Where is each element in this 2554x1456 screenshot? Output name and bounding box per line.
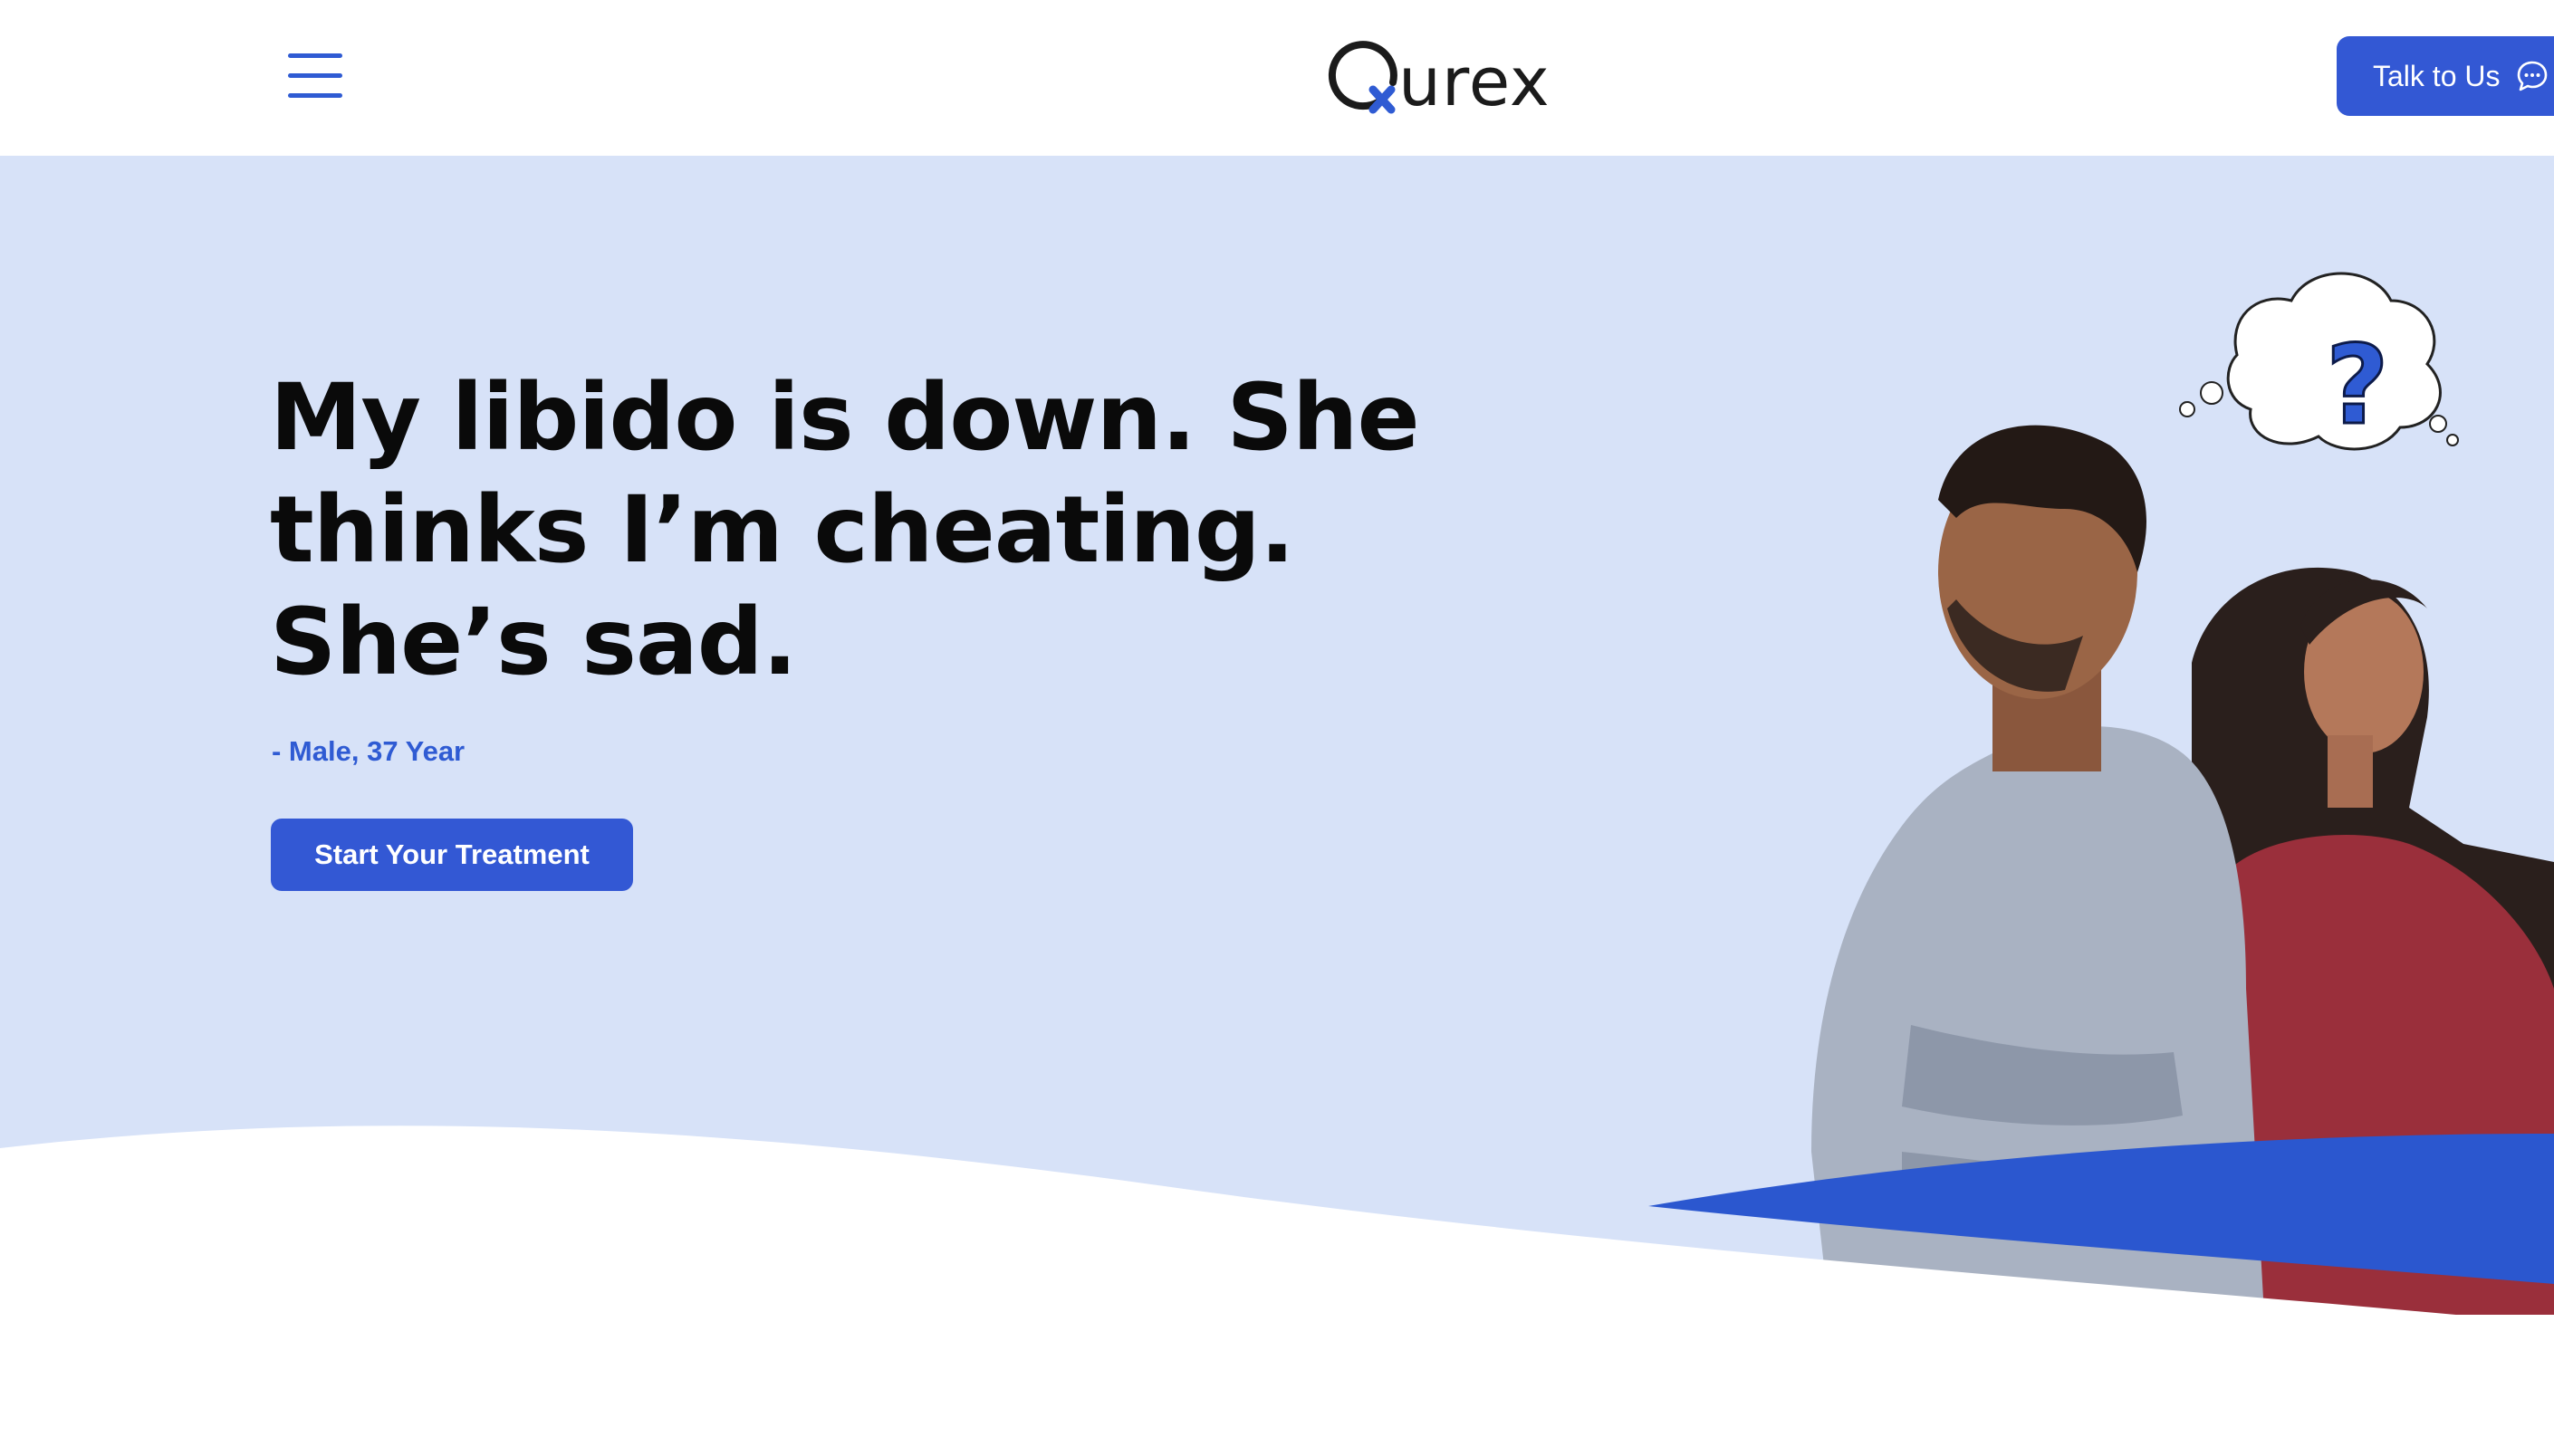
talk-to-us-label: Talk to Us	[2373, 59, 2501, 92]
hero-headline: My libido is down. She thinks I’m cheati…	[270, 362, 1447, 699]
start-treatment-button[interactable]: Start Your Treatment	[271, 819, 633, 891]
logo-wordmark: urex	[1398, 43, 1551, 121]
testimonial-attribution: - Male, 37 Year	[272, 735, 466, 767]
hero-section: ? My libido is down. She thinks I’m chea…	[0, 156, 2554, 1315]
headline-line: She’s sad.	[270, 589, 798, 696]
talk-to-us-button[interactable]: Talk to Us	[2337, 36, 2554, 116]
hamburger-menu-icon[interactable]	[283, 49, 346, 103]
chat-bubble-icon	[2518, 61, 2548, 91]
headline-line: My libido is down. She	[270, 364, 1420, 472]
site-header: urex Talk to Us	[0, 0, 2554, 156]
start-treatment-label: Start Your Treatment	[314, 838, 590, 870]
headline-line: thinks I’m cheating.	[270, 476, 1295, 584]
logo-q-mark	[1328, 41, 1397, 114]
qurex-logo[interactable]: urex	[1326, 33, 1570, 123]
